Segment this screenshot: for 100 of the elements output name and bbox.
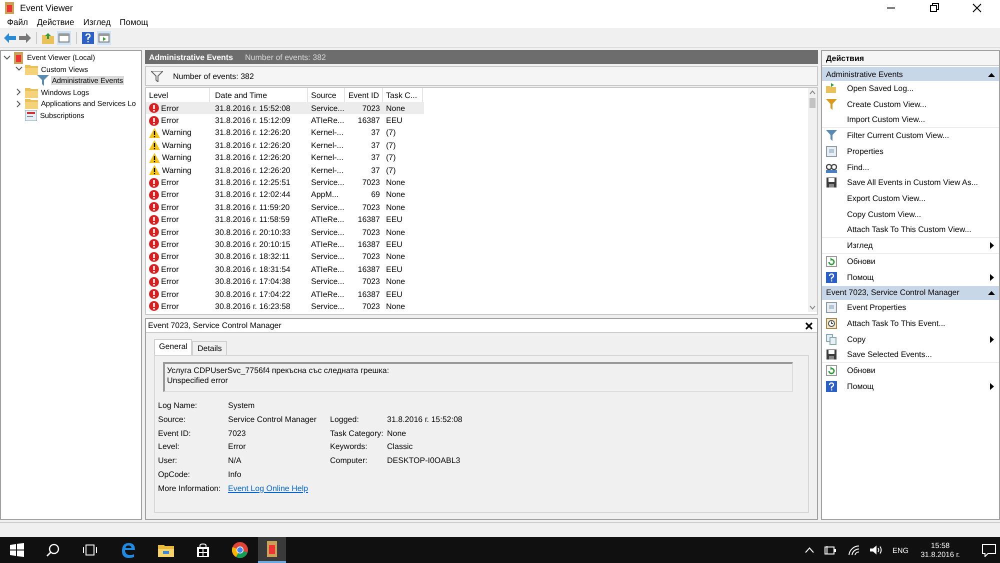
event-count: Number of events: 382 [245, 52, 326, 62]
windows-start-icon[interactable] [10, 543, 24, 557]
table-row[interactable]: Warning 31.8.2016 г. 12:26:20 Kernel-... 37 (7) [146, 152, 808, 164]
action-item[interactable]: Import Custom View... [822, 112, 999, 128]
field-value: System [228, 401, 256, 411]
collapse-icon[interactable] [988, 290, 995, 296]
field-label: More Information: [158, 484, 222, 494]
folder-up-icon[interactable] [42, 32, 54, 44]
forward-arrow-icon[interactable] [19, 32, 31, 42]
restore-icon[interactable] [929, 2, 939, 12]
table-cell-text: 37 [370, 153, 381, 162]
action-item[interactable]: Copy [822, 331, 999, 347]
table-cell-text: ATIeRe... [310, 240, 345, 249]
chevron-down-icon[interactable] [3, 54, 11, 62]
section-header[interactable]: Event 7023, Service Control Manager [822, 286, 999, 300]
console-tree-icon[interactable] [57, 30, 71, 44]
action-item[interactable]: Обнови [822, 362, 999, 378]
message-text: Unspecified error [167, 376, 229, 386]
tab[interactable]: General [154, 339, 192, 355]
table-row[interactable]: Error 30.8.2016 г. 16:23:58 Service... 7023 None [146, 300, 808, 313]
chevron-up-icon[interactable] [805, 547, 814, 553]
speaker-icon[interactable] [870, 545, 882, 555]
chevron-down-icon[interactable] [15, 65, 23, 74]
table-row[interactable]: Error 30.8.2016 г. 18:31:54 ATIeRe... 16387 EEU [146, 263, 808, 276]
help-icon[interactable] [82, 32, 94, 44]
table-row[interactable]: Warning 31.8.2016 г. 12:26:20 Kernel-... 37 (7) [146, 139, 808, 152]
action-item[interactable]: Properties [822, 144, 999, 160]
chevron-right-icon[interactable] [15, 88, 23, 96]
action-item[interactable]: Помощ [822, 378, 999, 394]
action-item[interactable]: Save All Events in Custom View As... [822, 175, 999, 191]
chrome-icon[interactable] [232, 542, 248, 558]
action-item[interactable]: Attach Task To This Event... [822, 316, 999, 332]
battery-icon[interactable] [824, 545, 838, 555]
tab[interactable]: Details [192, 341, 227, 355]
clock-icon [826, 318, 837, 329]
folder-icon[interactable] [158, 543, 174, 557]
table-cell-text: 16387 [356, 290, 381, 299]
action-item[interactable]: Обнови [822, 254, 999, 270]
menu-item[interactable]: Изглед [83, 16, 111, 26]
menu-item[interactable]: Файл [7, 16, 28, 26]
table-cell-text: (7) [385, 140, 397, 150]
table-cell-text: 7023 [361, 228, 381, 237]
action-item[interactable]: Save Selected Events... [822, 347, 999, 363]
table-row[interactable]: Error 31.8.2016 г. 12:25:51 Service... 7023 None [146, 176, 808, 189]
store-bag-icon[interactable] [196, 543, 210, 557]
action-item[interactable]: Attach Task To This Custom View... [822, 222, 999, 238]
chevron-right-icon[interactable] [15, 100, 23, 108]
taskbar-button[interactable] [258, 537, 286, 563]
table-row[interactable]: Warning 31.8.2016 г. 12:26:20 Kernel-... 37 (7) [146, 126, 808, 140]
close-icon[interactable] [805, 322, 813, 330]
notifications-icon[interactable] [982, 544, 996, 556]
browser-icon[interactable] [120, 542, 136, 558]
save-icon [826, 348, 837, 360]
table-row[interactable]: Error 31.8.2016 г. 12:02:44 AppM... 69 None [146, 188, 808, 202]
help-link[interactable]: Event Log Online Help [228, 484, 330, 494]
search-icon[interactable] [46, 543, 60, 557]
table-cell-text: AppM... [310, 190, 340, 200]
section-header[interactable]: Administrative Events [822, 67, 999, 81]
task-view-icon[interactable] [82, 543, 98, 557]
action-item[interactable]: Open Saved Log... [822, 81, 999, 97]
back-arrow-icon[interactable] [4, 32, 16, 42]
action-item[interactable]: Filter Current Custom View... [822, 128, 999, 144]
menu-item[interactable]: Помощ [120, 16, 148, 26]
scrollbar[interactable] [808, 88, 817, 312]
field-label: Keywords: [330, 442, 368, 452]
event-viewer-icon [266, 541, 278, 557]
help-icon [826, 380, 837, 392]
table-cell-text: ATIeRe... [310, 290, 345, 299]
table-row[interactable]: Error 31.8.2016 г. 15:52:08 Service... 7023 None [146, 102, 424, 114]
wifi-icon[interactable] [848, 544, 860, 556]
table-cell: Error [161, 290, 179, 299]
action-item[interactable]: Event Properties [822, 300, 999, 316]
table-row[interactable]: Error 31.8.2016 г. 11:58:59 ATIeRe... 16387 EEU [146, 214, 808, 226]
action-item[interactable]: Export Custom View... [822, 190, 999, 206]
table-cell: Warning [162, 128, 192, 138]
table-cell-text: 37 [370, 166, 381, 175]
action-item[interactable]: Помощ [822, 269, 999, 285]
table-row[interactable]: Error 30.8.2016 г. 18:32:11 Service... 7023 None [146, 250, 808, 264]
action-pane-icon[interactable] [97, 30, 111, 44]
copy-icon [826, 334, 837, 345]
table-row[interactable]: Error 30.8.2016 г. 20:10:15 ATIeRe... 16387 EEU [146, 238, 808, 251]
submenu-arrow-icon [990, 336, 994, 343]
action-item[interactable]: Create Custom View... [822, 96, 999, 112]
action-item[interactable]: Copy Custom View... [822, 206, 999, 222]
refresh-icon [826, 365, 837, 376]
field-value: N/A [228, 456, 242, 466]
table-cell-text: ATIeRe... [310, 264, 345, 274]
action-item[interactable]: Изглед [822, 238, 999, 254]
table-row[interactable]: Warning 31.8.2016 г. 12:26:20 Kernel-... 37 (7) [146, 164, 808, 176]
warning-icon [149, 140, 160, 150]
table-row[interactable]: Error 31.8.2016 г. 11:59:20 Service... 7023 None [146, 201, 808, 214]
table-row[interactable]: Error 30.8.2016 г. 20:10:33 Service... 7023 None [146, 226, 808, 238]
table-cell-text: 31.8.2016 г. 11:59:20 [214, 202, 291, 212]
table-row[interactable]: Error 31.8.2016 г. 15:12:09 ATIeRe... 16387 EEU [146, 114, 808, 127]
table-row[interactable]: Error 30.8.2016 г. 17:04:22 ATIeRe... 16387 EEU [146, 288, 808, 300]
menu-item[interactable]: Действие [36, 16, 74, 26]
action-item[interactable]: Find... [822, 159, 999, 176]
table-row[interactable]: Error 30.8.2016 г. 17:04:38 Service... 7023 None [146, 275, 808, 288]
close-icon[interactable] [972, 2, 982, 12]
collapse-icon[interactable] [988, 72, 995, 76]
